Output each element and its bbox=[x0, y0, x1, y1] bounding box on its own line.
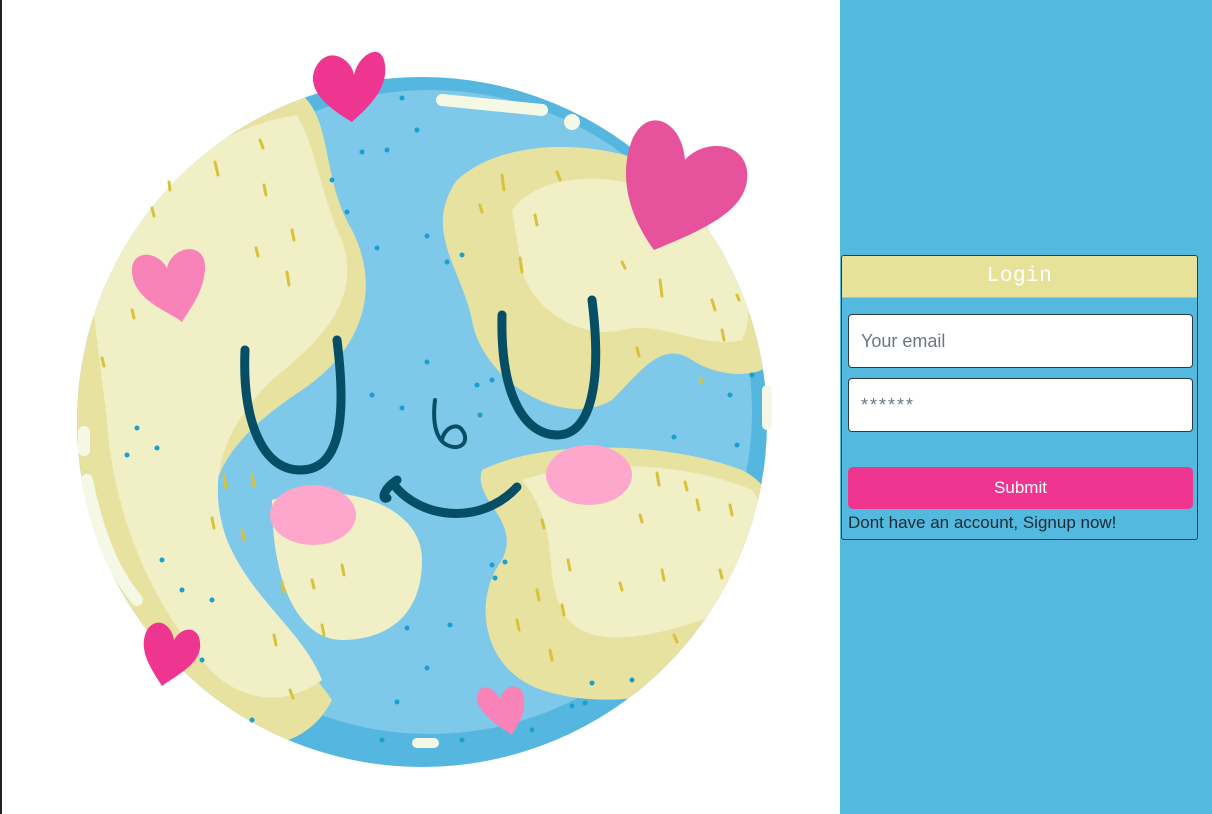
gloss-dot bbox=[564, 114, 580, 130]
signup-link[interactable]: Dont have an account, Signup now! bbox=[848, 513, 1116, 533]
email-field[interactable] bbox=[848, 314, 1193, 368]
smiling-earth-icon bbox=[77, 51, 772, 767]
submit-button[interactable]: Submit bbox=[848, 467, 1193, 509]
login-sidebar: Login Submit Dont have an account, Signu… bbox=[840, 0, 1212, 814]
earth-illustration bbox=[2, 0, 840, 814]
left-cheek bbox=[270, 485, 356, 545]
login-form: Login Submit Dont have an account, Signu… bbox=[841, 255, 1198, 540]
right-cheek bbox=[546, 445, 632, 505]
login-title: Login bbox=[986, 265, 1053, 288]
login-header: Login bbox=[842, 256, 1197, 298]
page: Login Submit Dont have an account, Signu… bbox=[0, 0, 1212, 814]
password-field[interactable] bbox=[848, 378, 1193, 432]
heart-right-icon bbox=[625, 120, 748, 250]
